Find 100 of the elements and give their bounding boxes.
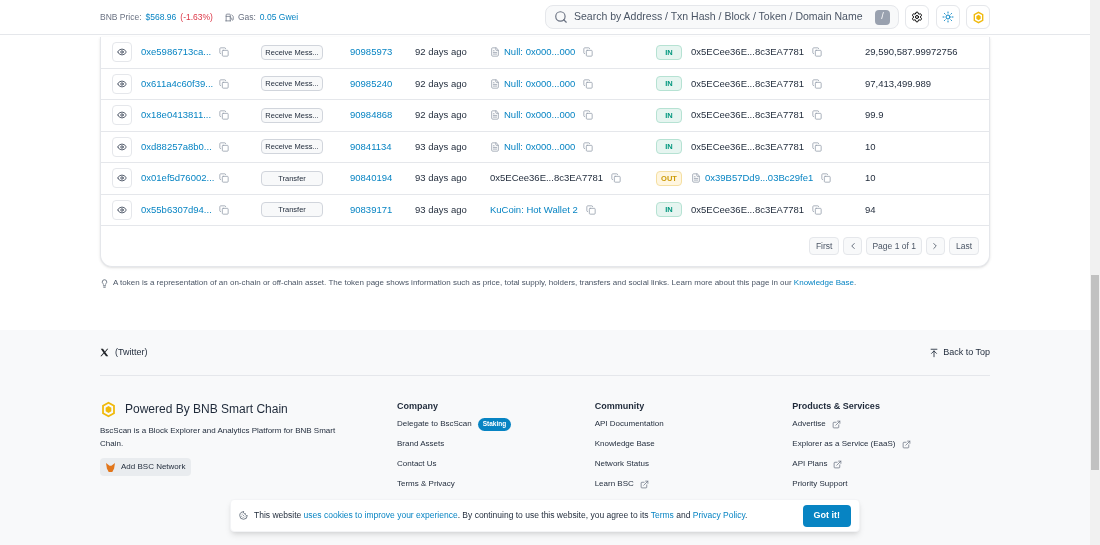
- footer-link[interactable]: Explorer as a Service (EaaS): [792, 438, 896, 450]
- to-address: 0x5ECee36E...8c3EA7781: [691, 76, 805, 91]
- txn-hash[interactable]: 0x55b6307d94...: [141, 202, 219, 217]
- knowledge-base-link[interactable]: Knowledge Base: [793, 278, 854, 287]
- footer-link[interactable]: Advertise: [792, 418, 826, 430]
- eye-icon: [117, 141, 127, 152]
- search-field[interactable]: Search by Address / Txn Hash / Block / Token / Domain Name /: [545, 5, 899, 29]
- block-number[interactable]: 90840194: [350, 172, 393, 184]
- copy-icon[interactable]: [219, 47, 229, 58]
- age-text: 93 days ago: [415, 140, 467, 152]
- document-icon: [691, 173, 701, 184]
- txn-hash[interactable]: 0x611a4c60f39...: [141, 76, 219, 91]
- copy-icon[interactable]: [583, 78, 594, 89]
- from-address[interactable]: Null: 0x000...000: [504, 76, 576, 91]
- block-number[interactable]: 90984868: [350, 109, 393, 121]
- footer-link[interactable]: Delegate to BscScan: [397, 418, 472, 430]
- accept-cookies-button[interactable]: Got it!: [802, 504, 851, 527]
- search-placeholder: Search by Address / Txn Hash / Block / Token / Domain Name: [574, 9, 864, 25]
- footer-link[interactable]: API Plans: [792, 458, 828, 470]
- brand-title: Powered By BNB Smart Chain: [125, 401, 288, 418]
- txn-hash[interactable]: 0xe5986713ca...: [141, 45, 219, 60]
- footer-link[interactable]: Network Status: [594, 458, 649, 470]
- add-network-button[interactable]: Add BSC Network: [100, 458, 192, 476]
- copy-icon[interactable]: [812, 204, 823, 215]
- shortcut-key: /: [875, 9, 890, 25]
- x-logo-icon[interactable]: [100, 348, 109, 357]
- copy-icon[interactable]: [583, 110, 594, 121]
- arrow-up-icon: [929, 347, 940, 358]
- document-icon: [490, 141, 500, 152]
- footer-link[interactable]: Priority Support: [792, 478, 848, 490]
- next-page-button[interactable]: [925, 237, 945, 255]
- column-heading: Products & Services: [792, 400, 881, 413]
- gas-value[interactable]: 0.05 Gwei: [259, 10, 299, 24]
- copy-icon[interactable]: [611, 173, 622, 184]
- twitter-link[interactable]: (Twitter): [115, 345, 148, 360]
- view-button[interactable]: [112, 136, 132, 157]
- view-button[interactable]: [112, 105, 132, 126]
- settings-button[interactable]: [905, 5, 929, 29]
- previous-page-button[interactable]: [843, 237, 863, 255]
- from-address[interactable]: KuCoin: Hot Wallet 2: [490, 202, 578, 217]
- footer-link[interactable]: Learn BSC: [594, 478, 634, 490]
- to-address: 0x5ECee36E...8c3EA7781: [691, 139, 805, 154]
- age-text: 92 days ago: [415, 109, 467, 121]
- copy-icon[interactable]: [585, 204, 596, 215]
- cookie-icon: [239, 511, 248, 520]
- price-value[interactable]: $568.96: [145, 10, 177, 24]
- copy-icon[interactable]: [812, 78, 823, 89]
- footer-link[interactable]: API Documentation: [594, 418, 664, 430]
- copy-icon[interactable]: [219, 78, 229, 89]
- txn-hash[interactable]: 0x18e0413811...: [141, 108, 219, 123]
- block-number[interactable]: 90841134: [350, 140, 392, 152]
- view-button[interactable]: [112, 73, 132, 94]
- bnb-logo-icon: [100, 400, 117, 418]
- footer-link[interactable]: Brand Assets: [397, 438, 445, 450]
- last-page-button[interactable]: Last: [948, 237, 979, 255]
- view-button[interactable]: [112, 168, 132, 189]
- network-button[interactable]: [966, 5, 990, 29]
- copy-icon[interactable]: [219, 173, 229, 184]
- age-text: 92 days ago: [415, 77, 467, 89]
- footer-link[interactable]: Terms & Privacy: [397, 478, 455, 490]
- from-address[interactable]: Null: 0x000...000: [504, 45, 576, 60]
- cookie-link[interactable]: uses cookies to improve your experience: [303, 510, 458, 521]
- lightbulb-icon: [100, 278, 109, 288]
- external-link-icon: [831, 419, 841, 429]
- block-number[interactable]: 90839171: [350, 203, 393, 215]
- txn-hash[interactable]: 0x01ef5d76002...: [141, 171, 219, 186]
- price-change: (-1.63%): [180, 10, 213, 24]
- copy-icon[interactable]: [219, 204, 229, 215]
- copy-icon[interactable]: [219, 110, 229, 121]
- copy-icon[interactable]: [812, 47, 823, 58]
- footer-link[interactable]: Knowledge Base: [594, 438, 655, 450]
- eye-icon: [117, 47, 127, 58]
- scrollbar[interactable]: [1090, 0, 1100, 545]
- first-page-button[interactable]: First: [808, 237, 840, 255]
- amount-text: 94: [865, 203, 876, 215]
- theme-button[interactable]: [936, 5, 960, 29]
- block-number[interactable]: 90985973: [350, 46, 393, 58]
- cookie-link[interactable]: Terms: [650, 510, 674, 521]
- to-address[interactable]: 0x39B57Dd9...03Bc29fe1: [705, 171, 814, 186]
- from-address[interactable]: Null: 0x000...000: [504, 108, 576, 123]
- copy-icon[interactable]: [821, 173, 832, 184]
- age-text: 93 days ago: [415, 203, 467, 215]
- to-address: 0x5ECee36E...8c3EA7781: [691, 108, 805, 123]
- amount-text: 97,413,499.989: [865, 77, 932, 89]
- column-heading: Company: [397, 400, 439, 413]
- view-button[interactable]: [112, 42, 132, 63]
- copy-icon[interactable]: [219, 141, 229, 152]
- copy-icon[interactable]: [583, 141, 594, 152]
- search-icon: [554, 10, 568, 24]
- from-address[interactable]: Null: 0x000...000: [504, 139, 576, 154]
- copy-icon[interactable]: [583, 47, 594, 58]
- info-note: A token is a representation of an on-chain or off-chain asset. The token page shows information such as price, total supply, holders, transfers and social links. Learn more about this page in our Knowledge Base.: [113, 277, 857, 289]
- txn-hash[interactable]: 0xd88257a8b0...: [141, 139, 219, 154]
- back-to-top-link[interactable]: Back to Top: [943, 345, 990, 360]
- document-icon: [490, 47, 500, 58]
- view-button[interactable]: [112, 199, 132, 220]
- block-number[interactable]: 90985240: [350, 77, 393, 89]
- copy-icon[interactable]: [812, 110, 823, 121]
- footer-link[interactable]: Contact Us: [397, 458, 437, 470]
- copy-icon[interactable]: [812, 141, 823, 152]
